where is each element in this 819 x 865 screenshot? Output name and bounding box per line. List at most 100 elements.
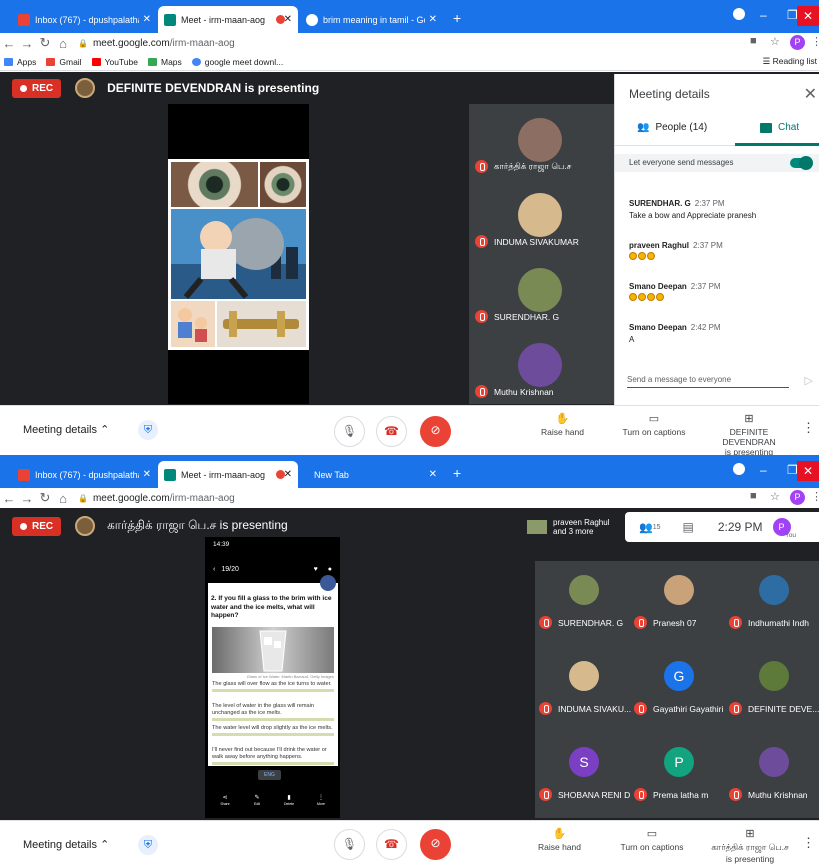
tab-new[interactable]: New Tab ✕ (300, 461, 443, 488)
tab-gmail[interactable]: Inbox (767) - dpushpalatha@che ✕ (12, 6, 157, 33)
tab-chat[interactable]: Chat (760, 122, 799, 133)
quiz-option[interactable]: The level of water in the glass will rem… (212, 703, 334, 721)
quiz-option[interactable]: I'll never find out because I'll drink t… (212, 747, 334, 765)
window-close-icon[interactable]: ✕ (797, 6, 819, 26)
home-icon[interactable]: ⌂ (54, 36, 72, 51)
back-icon[interactable]: ← (0, 491, 18, 506)
tab-people[interactable]: 👥 People (14) (637, 122, 707, 133)
chat-icon (760, 122, 772, 133)
bookmark-meet-download[interactable]: google meet downl... (191, 57, 283, 67)
meeting-details-toggle[interactable]: Meeting details ⌃ (23, 838, 109, 851)
google-icon (191, 57, 201, 66)
message-author: Smano Deepan (629, 282, 687, 291)
close-icon[interactable]: ✕ (804, 84, 817, 104)
participant-tile[interactable]: Muthu Krishnan (725, 733, 819, 813)
tab-recording[interactable]: ✕ (270, 6, 298, 33)
close-icon[interactable]: ✕ (294, 14, 298, 25)
minimize-icon[interactable]: – (760, 463, 767, 477)
chat-input[interactable]: Send a message to everyone (627, 372, 789, 388)
reading-list[interactable]: ☰ Reading list (763, 56, 817, 67)
participant-tile[interactable]: INDUMA SIVAKU... (535, 647, 631, 727)
url-bar[interactable]: 🔒 meet.google.com /irm-maan-aog (78, 493, 235, 504)
more-options-icon[interactable]: ⋮ (802, 835, 815, 851)
menu-icon[interactable]: ⋮ (811, 35, 819, 48)
forward-icon[interactable]: → (18, 491, 36, 506)
raise-hand-button[interactable]: ✋ Raise hand (537, 827, 582, 852)
menu-icon[interactable]: ⋮ (811, 490, 819, 503)
send-messages-toggle[interactable] (790, 156, 813, 170)
people-icon[interactable]: 👥 (639, 521, 653, 534)
participant-tile[interactable]: Indhumathi Indh (725, 561, 819, 641)
url-bar[interactable]: 🔒 meet.google.com /irm-maan-aog (78, 38, 235, 49)
hang-up-button[interactable]: ☎ (376, 829, 407, 860)
bookmark-gmail[interactable]: Gmail (46, 57, 82, 67)
tab-gmail[interactable]: Inbox (767) - dpushpalatha@che ✕ (12, 461, 157, 488)
participant-tile[interactable]: Pranesh 07 (630, 561, 725, 641)
captions-button[interactable]: ▭ Turn on captions (618, 412, 690, 437)
minimize-icon[interactable]: – (760, 8, 767, 22)
presenting-bar: REC DEFINITE DEVENDRAN is presenting (12, 78, 319, 98)
eye-image (260, 162, 306, 207)
close-icon[interactable]: ✕ (294, 469, 298, 480)
profile-dot-icon[interactable] (733, 8, 745, 20)
participant-tiles: கார்த்திக் ராஜா பெ.ச INDUMA SIVAKUMAR SU… (469, 104, 614, 404)
captions-button[interactable]: ▭ Turn on captions (616, 827, 688, 852)
screen-share-pill[interactable]: praveen Raghul and 3 more (521, 512, 623, 542)
bookmark-maps[interactable]: Maps (147, 56, 182, 67)
quiz-option[interactable]: The water level will drop slightly as th… (212, 725, 334, 736)
new-tab-icon[interactable]: + (453, 10, 461, 26)
participant-tile[interactable]: G Gayathiri Gayathiri (630, 647, 725, 727)
home-icon[interactable]: ⌂ (54, 491, 72, 506)
new-tab-icon[interactable]: + (453, 465, 461, 481)
meet-controls: Meeting details ⌃ ⛨ 🎙 ☎ ⊘ ✋ Raise hand ▭ T… (0, 405, 819, 455)
participant-tile[interactable]: SURENDHAR. G (469, 254, 614, 329)
camera-icon[interactable]: ■ (750, 490, 757, 502)
quiz-option[interactable]: The glass will over flow as the ice turn… (212, 681, 334, 692)
chat-icon[interactable]: ▤ (683, 520, 694, 534)
forward-icon[interactable]: → (18, 36, 36, 51)
reload-icon[interactable]: ↻ (36, 490, 54, 506)
camera-icon[interactable]: ■ (750, 35, 757, 47)
star-icon[interactable]: ☆ (770, 35, 780, 48)
close-icon[interactable]: ✕ (429, 14, 437, 25)
shield-icon[interactable]: ⛨ (138, 420, 158, 440)
window-close-icon[interactable]: ✕ (797, 461, 819, 481)
bookmark-youtube[interactable]: YouTube (91, 57, 138, 67)
phone-action-label: Share (220, 802, 230, 806)
microphone-button[interactable]: 🎙 (334, 416, 365, 447)
tab-recording[interactable]: ✕ (270, 461, 298, 488)
participant-tile[interactable]: கார்த்திக் ராஜா பெ.ச (469, 104, 614, 179)
close-icon[interactable]: ✕ (143, 14, 151, 25)
profile-avatar[interactable]: P (790, 490, 805, 505)
participant-tile[interactable]: S SHOBANA RENI D (535, 733, 630, 813)
shield-icon[interactable]: ⛨ (138, 835, 158, 855)
camera-off-button[interactable]: ⊘ (420, 829, 451, 860)
participant-tile[interactable]: P Prema latha m (630, 733, 725, 813)
star-icon[interactable]: ☆ (770, 490, 780, 503)
reload-icon[interactable]: ↻ (36, 35, 54, 51)
participant-tile[interactable]: DEFINITE DEVE... (725, 647, 819, 727)
profile-dot-icon[interactable] (733, 463, 745, 475)
microphone-button[interactable]: 🎙 (334, 829, 365, 860)
share-icon: ⋖ Share (220, 795, 230, 806)
tab-title: Inbox (767) - dpushpalatha@che (35, 469, 139, 480)
back-icon[interactable]: ← (0, 36, 18, 51)
hang-up-button[interactable]: ☎ (376, 416, 407, 447)
message-author: SURENDHAR. G (629, 199, 691, 208)
more-options-icon[interactable]: ⋮ (802, 420, 815, 436)
bookmark-apps[interactable]: Apps (4, 57, 36, 67)
participant-tile[interactable]: SURENDHAR. G (535, 561, 630, 641)
raise-hand-button[interactable]: ✋ Raise hand (540, 412, 585, 437)
presentation-button[interactable]: ⊞ கார்த்திக் ராஜா பெ.ச is presenting (702, 827, 798, 864)
presentation-button[interactable]: ⊞ DEFINITE DEVENDRAN is presenting (704, 412, 794, 455)
bookmark-label: Maps (160, 56, 182, 67)
tab-search[interactable]: brim meaning in tamil - Google ✕ (300, 6, 443, 33)
participant-tile[interactable]: Muthu Krishnan (469, 329, 614, 404)
meeting-details-toggle[interactable]: Meeting details ⌃ (23, 423, 109, 436)
camera-off-button[interactable]: ⊘ (420, 416, 451, 447)
participant-tile[interactable]: INDUMA SIVAKUMAR (469, 179, 614, 254)
close-icon[interactable]: ✕ (143, 469, 151, 480)
close-icon[interactable]: ✕ (429, 469, 437, 480)
send-icon[interactable]: ▷ (805, 374, 813, 387)
profile-avatar[interactable]: P (790, 35, 805, 50)
